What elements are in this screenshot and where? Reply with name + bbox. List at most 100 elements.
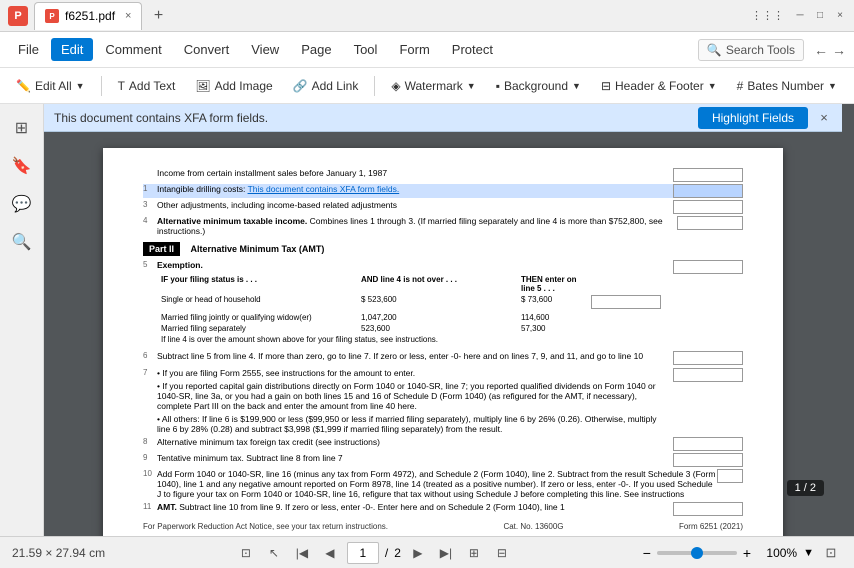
zoom-dropdown-btn[interactable]: ▼ [803,547,814,559]
menu-edit[interactable]: Edit [51,38,93,61]
table-header-limit: AND line 4 is not over . . . [357,274,517,294]
menu-convert[interactable]: Convert [174,38,240,61]
add-link-button[interactable]: 🔗 Add Link [285,75,367,97]
bates-number-button[interactable]: # Bates Number ▼ [729,75,845,97]
menu-form[interactable]: Form [389,38,439,61]
xfa-notification-bar: This document contains XFA form fields. … [44,104,842,132]
row3-status: Married filing separately [157,323,357,334]
page-total: 2 [394,546,401,560]
menu-page[interactable]: Page [291,38,341,61]
toolbar: ✏️ Edit All ▼ T Add Text 🖼 Add Image 🔗 A… [0,68,854,104]
app-icon: P [8,6,28,26]
table-row-married-sep: Married filing separately 523,600 57,300 [157,323,665,334]
zoom-out-btn[interactable]: − [643,545,651,561]
row2-limit: 1,047,200 [357,312,517,323]
page-number-input[interactable] [347,542,379,564]
tab-close-btn[interactable]: × [125,10,131,22]
watermark-icon: ◈ [391,79,400,93]
doc-row-exemption: 5 Exemption. IF your filing status is . … [143,260,743,349]
prev-page-btn[interactable]: ◀ [319,542,341,564]
row2-amount: 114,600 [517,312,587,323]
doc-text: Income from certain installment sales be… [157,168,387,182]
line-num8: 8 [143,437,157,451]
maximize-button[interactable]: □ [814,10,826,22]
doc-row-income: Income from certain installment sales be… [143,168,743,182]
sidebar-left: ⊞ 🔖 💬 🔍 [0,104,44,536]
edit-all-button[interactable]: ✏️ Edit All ▼ [8,75,93,97]
add-image-button[interactable]: 🖼 Add Image [187,75,280,97]
xfa-close-button[interactable]: × [816,110,832,126]
titlebar: P P f6251.pdf × + ⋮⋮⋮ ─ □ × [0,0,854,32]
line-num4: 4 [143,216,157,236]
zoom-in-btn[interactable]: + [743,545,751,561]
nav-forward-btn[interactable]: → [832,42,846,58]
part2-header-row: Part II Alternative Minimum Tax (AMT) [143,242,743,256]
edit-icon: ✏️ [16,79,31,93]
header-footer-button[interactable]: ⊟ Header & Footer ▼ [593,75,725,97]
background-button[interactable]: ▪ Background ▼ [488,75,589,97]
doc-footer: For Paperwork Reduction Act Notice, see … [143,522,743,531]
menu-tool[interactable]: Tool [344,38,388,61]
watermark-button[interactable]: ◈ Watermark ▼ [383,75,483,97]
table-row-married-joint: Married filing jointly or qualifying wid… [157,312,665,323]
pdf-tab[interactable]: P f6251.pdf × [34,2,142,30]
line11-text: AMT. Subtract line 10 from line 9. If ze… [157,502,565,516]
highlight-fields-button[interactable]: Highlight Fields [698,107,808,129]
chevron-down-icon2: ▼ [467,81,476,91]
line10-text: Add Form 1040 or 1040-SR, line 16 (minus… [157,469,717,499]
add-tab-button[interactable]: + [146,4,170,28]
doc-row-8: 8 Alternative minimum tax foreign tax cr… [143,437,743,451]
search-tools-btn[interactable]: 🔍 Search Tools [698,39,804,61]
minimize-button[interactable]: ─ [794,10,806,22]
line-num3: 3 [143,200,157,214]
fullscreen-btn[interactable]: ⊡ [820,542,842,564]
close-button[interactable]: × [834,10,846,22]
fit-page-btn[interactable]: ⊞ [463,542,485,564]
statusbar-navigation: ⊡ ↖ |◀ ◀ / 2 ▶ ▶| ⊞ ⊟ [235,542,513,564]
doc-text: Intangible drilling costs: This document… [157,184,399,198]
zoom-level: 100% [757,546,797,560]
last-page-btn[interactable]: ▶| [435,542,457,564]
sidebar-comment-btn[interactable]: 💬 [6,188,38,220]
line-num: 1 [143,184,157,198]
header-icon: ⊟ [601,79,611,93]
fit-window-btn[interactable]: ⊟ [491,542,513,564]
sidebar-thumbnail-btn[interactable]: ⊞ [6,112,38,144]
zoom-slider[interactable] [657,551,737,555]
menu-view[interactable]: View [241,38,289,61]
doc-row-11: 11 AMT. Subtract line 10 from line 9. If… [143,502,743,516]
table-header-status: IF your filing status is . . . [157,274,357,294]
separator [101,76,102,96]
row3-amount: 57,300 [517,323,587,334]
menu-protect[interactable]: Protect [442,38,503,61]
sidebar-bookmark-btn[interactable]: 🔖 [6,150,38,182]
exemption-content: Exemption. IF your filing status is . . … [157,260,665,349]
doc-row-6: 6 Subtract line 5 from line 4. If more t… [143,351,743,365]
chevron-down-icon: ▼ [76,81,85,91]
add-text-button[interactable]: T Add Text [110,75,184,97]
line7-sub2: • All others: If line 6 is $199,900 or l… [157,414,665,434]
doc-text: Other adjustments, including income-base… [157,200,397,214]
pdf-container[interactable]: Income from certain installment sales be… [44,132,842,536]
line9-text: Tentative minimum tax. Subtract line 8 f… [157,453,343,467]
fit-width-btn[interactable]: ⊡ [235,542,257,564]
menu-comment[interactable]: Comment [95,38,171,61]
sidebar-search-btn[interactable]: 🔍 [6,226,38,258]
row4-note: If line 4 is over the amount shown above… [157,334,587,345]
doc-row-amt: 4 Alternative minimum taxable income. Co… [143,216,743,236]
nav-back-btn[interactable]: ← [814,42,828,58]
exemption-title: Exemption. [157,260,665,270]
line-num11: 11 [143,502,157,516]
menu-file[interactable]: File [8,38,49,61]
first-page-btn[interactable]: |◀ [291,542,313,564]
doc-row-other: 3 Other adjustments, including income-ba… [143,200,743,214]
footer-left: For Paperwork Reduction Act Notice, see … [143,522,388,531]
search-label: Search Tools [726,43,795,57]
search-icon: 🔍 [707,43,722,57]
cursor-btn[interactable]: ↖ [263,542,285,564]
table-row-single: Single or head of household $ 523,600 $ … [157,294,665,312]
doc-text: Alternative minimum taxable income. Comb… [157,216,677,236]
next-page-btn[interactable]: ▶ [407,542,429,564]
bates-icon: # [737,79,744,93]
separator2 [374,76,375,96]
